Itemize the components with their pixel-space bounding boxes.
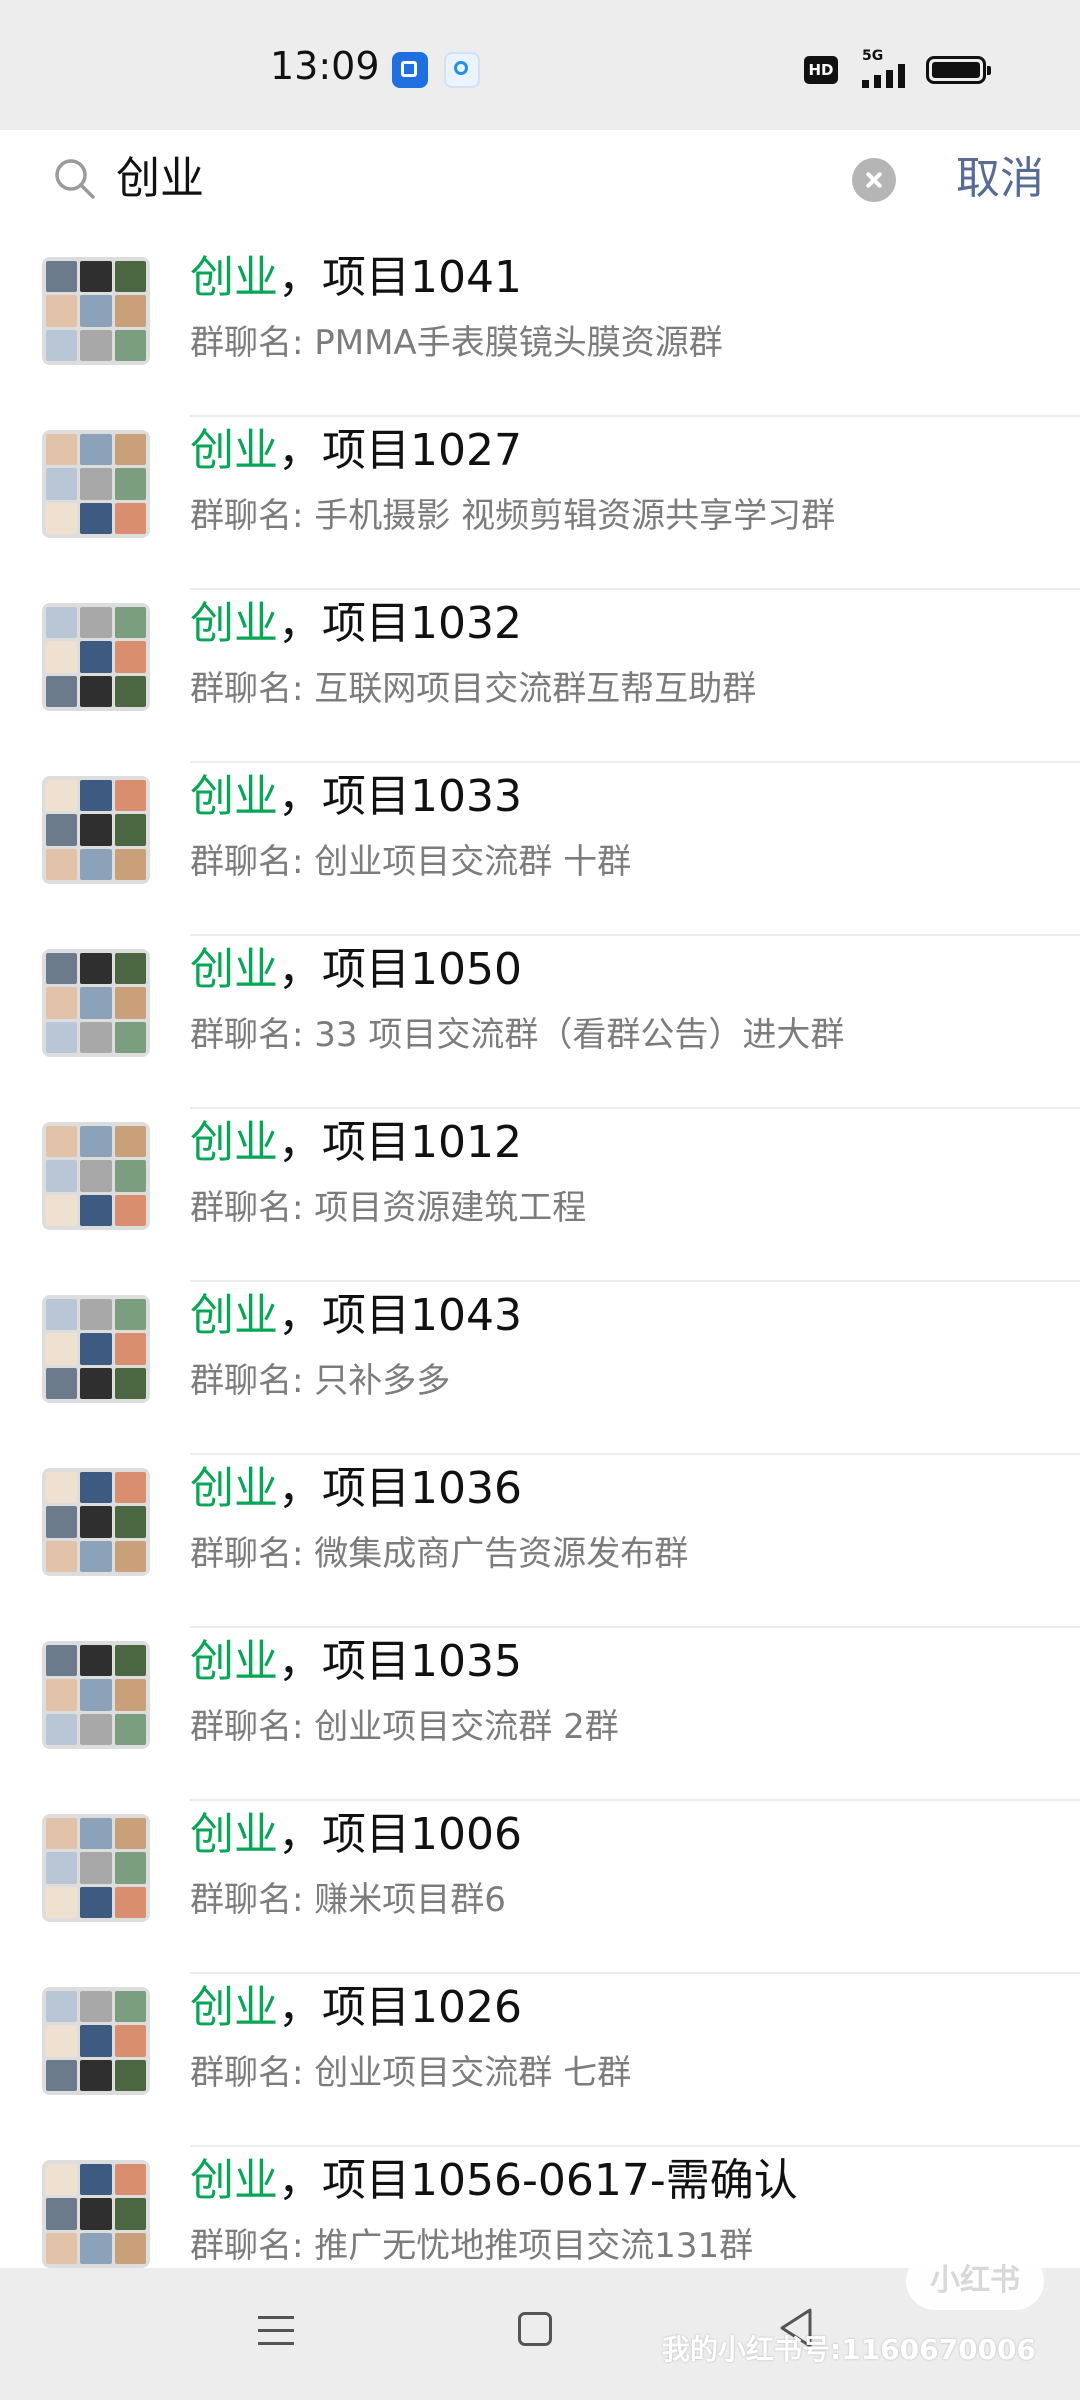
result-row[interactable]: 创业，项目1043 群聊名: 只补多多 xyxy=(0,1282,1080,1455)
search-results-list: 创业，项目1041 群聊名: PMMA手表膜镜头膜资源群 创业，项目1027 群聊名:… xyxy=(0,244,1080,2268)
result-row[interactable]: 创业，项目1035 群聊名: 创业项目交流群 2群 xyxy=(0,1628,1080,1801)
result-subtitle: 群聊名: 创业项目交流群 2群 xyxy=(190,1707,619,1747)
result-title-text: ，项目1041 xyxy=(278,252,522,303)
result-title-text: ，项目1033 xyxy=(278,771,522,822)
keyword-highlight: 创业 xyxy=(190,771,278,822)
result-row[interactable]: 创业，项目1027 群聊名: 手机摄影 视频剪辑资源共享学习群 xyxy=(0,417,1080,590)
result-title: 创业，项目1027 xyxy=(190,423,522,479)
result-row[interactable]: 创业，项目1041 群聊名: PMMA手表膜镜头膜资源群 xyxy=(0,244,1080,417)
group-avatar xyxy=(42,1641,150,1749)
result-title-text: ，项目1006 xyxy=(278,1809,522,1860)
keyword-highlight: 创业 xyxy=(190,598,278,649)
status-bar: 13:09 HD 5G xyxy=(0,0,1080,130)
result-title-text: ，项目1043 xyxy=(278,1290,522,1341)
search-box[interactable]: 创业 xyxy=(32,136,924,222)
group-avatar xyxy=(42,603,150,711)
keyword-highlight: 创业 xyxy=(190,1463,278,1514)
result-subtitle: 群聊名: 微集成商广告资源发布群 xyxy=(190,1534,689,1574)
result-title-text: ，项目1012 xyxy=(278,1117,522,1168)
keyword-highlight: 创业 xyxy=(190,425,278,476)
recent-apps-icon[interactable] xyxy=(258,2312,294,2348)
cancel-button[interactable]: 取消 xyxy=(956,146,1044,212)
group-avatar xyxy=(42,949,150,1057)
result-row[interactable]: 创业，项目1012 群聊名: 项目资源建筑工程 xyxy=(0,1109,1080,1282)
keyword-highlight: 创业 xyxy=(190,252,278,303)
battery-icon xyxy=(926,56,991,84)
result-title: 创业，项目1036 xyxy=(190,1461,522,1517)
result-title: 创业，项目1006 xyxy=(190,1807,522,1863)
result-title: 创业，项目1026 xyxy=(190,1980,522,2036)
result-subtitle: 群聊名: 互联网项目交流群互帮互助群 xyxy=(190,669,757,709)
result-title: 创业，项目1056-0617-需确认 xyxy=(190,2153,798,2209)
group-avatar xyxy=(42,2160,150,2268)
result-row[interactable]: 创业，项目1026 群聊名: 创业项目交流群 七群 xyxy=(0,1974,1080,2147)
result-title: 创业，项目1035 xyxy=(190,1634,522,1690)
keyword-highlight: 创业 xyxy=(190,1636,278,1687)
keyword-highlight: 创业 xyxy=(190,1117,278,1168)
keyword-highlight: 创业 xyxy=(190,1809,278,1860)
group-avatar xyxy=(42,1987,150,2095)
result-title: 创业，项目1043 xyxy=(190,1288,522,1344)
keyword-highlight: 创业 xyxy=(190,1290,278,1341)
signal-icon xyxy=(862,64,908,88)
result-title-text: ，项目1027 xyxy=(278,425,522,476)
result-title: 创业，项目1012 xyxy=(190,1115,522,1171)
result-row[interactable]: 创业，项目1036 群聊名: 微集成商广告资源发布群 xyxy=(0,1455,1080,1628)
result-title: 创业，项目1032 xyxy=(190,596,522,652)
keyword-highlight: 创业 xyxy=(190,2155,278,2206)
network-type: 5G xyxy=(862,48,884,64)
result-subtitle: 群聊名: 赚米项目群6 xyxy=(190,1880,506,1920)
result-title: 创业，项目1041 xyxy=(190,250,522,306)
result-subtitle: 群聊名: 只补多多 xyxy=(190,1361,451,1401)
search-app-icon xyxy=(444,52,480,88)
result-title-text: ，项目1036 xyxy=(278,1463,522,1514)
group-avatar xyxy=(42,1468,150,1576)
result-title-text: ，项目1050 xyxy=(278,944,522,995)
result-title: 创业，项目1033 xyxy=(190,769,522,825)
search-input[interactable]: 创业 xyxy=(116,136,204,222)
home-icon[interactable] xyxy=(518,2312,552,2346)
result-subtitle: 群聊名: 项目资源建筑工程 xyxy=(190,1188,587,1228)
search-icon xyxy=(55,159,95,199)
group-avatar xyxy=(42,430,150,538)
status-time: 13:09 xyxy=(270,44,380,88)
result-row[interactable]: 创业，项目1033 群聊名: 创业项目交流群 十群 xyxy=(0,763,1080,936)
result-subtitle: 群聊名: 手机摄影 视频剪辑资源共享学习群 xyxy=(190,496,836,536)
result-row[interactable]: 创业，项目1056-0617-需确认群聊名: 推广无忧地推项目交流131群 xyxy=(0,2147,1080,2268)
group-avatar xyxy=(42,1122,150,1230)
result-row[interactable]: 创业，项目1032 群聊名: 互联网项目交流群互帮互助群 xyxy=(0,590,1080,763)
result-title-text: ，项目1035 xyxy=(278,1636,522,1687)
result-subtitle: 群聊名: 创业项目交流群 十群 xyxy=(190,842,632,882)
clear-search-button[interactable] xyxy=(852,158,896,202)
result-title: 创业，项目1050 xyxy=(190,942,522,998)
result-subtitle: 群聊名: 33 项目交流群（看群公告）进大群 xyxy=(190,1015,845,1055)
result-subtitle: 群聊名: 推广无忧地推项目交流131群 xyxy=(190,2226,754,2266)
screenshot-app-icon xyxy=(392,52,428,88)
group-avatar xyxy=(42,776,150,884)
group-avatar xyxy=(42,257,150,365)
result-row[interactable]: 创业，项目1006 群聊名: 赚米项目群6 xyxy=(0,1801,1080,1974)
result-title-text: ，项目1056-0617-需确认 xyxy=(278,2155,798,2206)
watermark-text: 我的小红书号:1160670006 xyxy=(662,2333,1037,2366)
result-title-text: ，项目1032 xyxy=(278,598,522,649)
hd-badge: HD xyxy=(804,56,838,84)
keyword-highlight: 创业 xyxy=(190,944,278,995)
result-subtitle: 群聊名: 创业项目交流群 七群 xyxy=(190,2053,632,2093)
group-avatar xyxy=(42,1295,150,1403)
xiaohongshu-logo: 小红书 xyxy=(906,2252,1044,2310)
result-row[interactable]: 创业，项目1050 群聊名: 33 项目交流群（看群公告）进大群 xyxy=(0,936,1080,1109)
group-avatar xyxy=(42,1814,150,1922)
result-subtitle: 群聊名: PMMA手表膜镜头膜资源群 xyxy=(190,323,723,363)
result-title-text: ，项目1026 xyxy=(278,1982,522,2033)
keyword-highlight: 创业 xyxy=(190,1982,278,2033)
